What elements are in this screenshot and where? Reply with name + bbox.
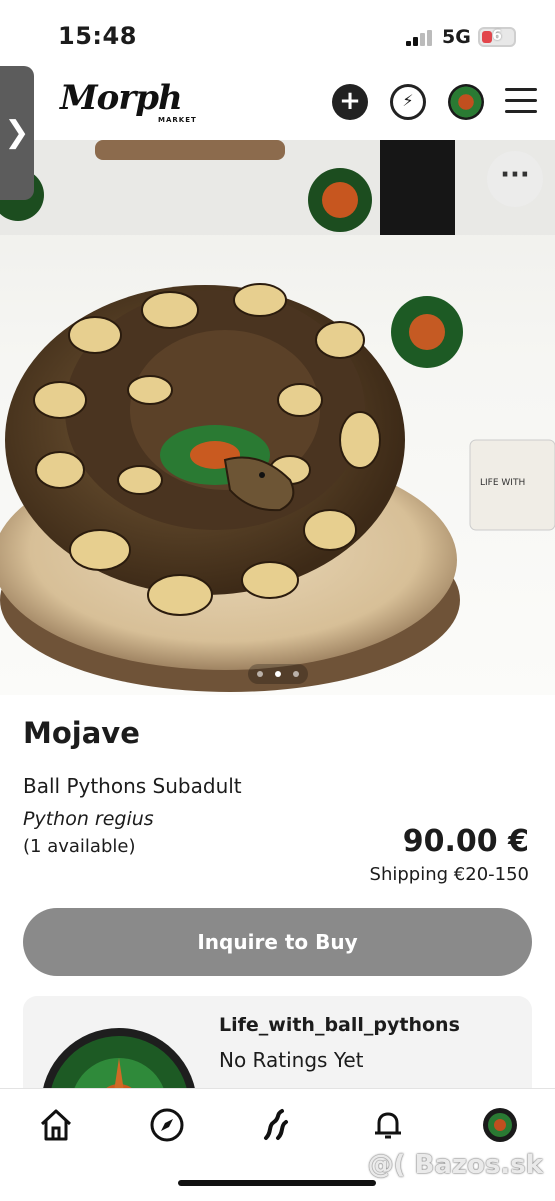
battery-icon: 6 <box>478 27 516 47</box>
snake-icon[interactable] <box>258 1106 296 1144</box>
side-drawer-tab[interactable]: ❯ <box>0 66 34 200</box>
gallery-dot-active[interactable] <box>275 671 281 677</box>
gallery-dot[interactable] <box>293 671 299 677</box>
listing-price: 90.00 € <box>402 824 529 859</box>
seller-name[interactable]: Life_with_ball_pythons <box>219 1014 460 1036</box>
logo-subtext: MARKET <box>158 116 197 124</box>
gallery-pagination[interactable] <box>248 664 308 684</box>
listing-photo[interactable]: LIFE WITH <box>0 140 555 695</box>
more-options-button[interactable]: ··· <box>487 151 543 207</box>
snake-photo-illustration: LIFE WITH <box>0 140 555 692</box>
chat-bolt-icon[interactable]: ⚡ <box>390 84 426 120</box>
profile-avatar-icon[interactable] <box>481 1106 519 1144</box>
listing-title: Mojave <box>23 716 140 750</box>
add-icon[interactable]: + <box>332 84 368 120</box>
inquire-to-buy-button[interactable]: Inquire to Buy <box>23 908 532 976</box>
home-indicator[interactable] <box>178 1180 376 1186</box>
watermark: @( Bazos.sk <box>367 1150 543 1180</box>
listing-category: Ball Pythons Subadult <box>23 774 242 798</box>
avatar-icon[interactable] <box>448 84 484 120</box>
svg-text:LIFE WITH: LIFE WITH <box>480 478 525 488</box>
signal-icon <box>406 30 432 46</box>
network-label: 5G <box>442 26 471 48</box>
logo-wordmark: Morph <box>60 78 183 118</box>
morph-market-logo[interactable]: Morph MARKET <box>60 78 197 126</box>
notifications-bell-icon[interactable] <box>369 1106 407 1144</box>
seller-rating: No Ratings Yet <box>219 1048 364 1072</box>
listing-species: Python regius <box>23 808 154 830</box>
battery-percent: 6 <box>492 28 502 44</box>
status-time: 15:48 <box>58 22 137 50</box>
listing-shipping: Shipping €20-150 <box>369 864 529 885</box>
explore-compass-icon[interactable] <box>148 1106 186 1144</box>
listing-availability: (1 available) <box>23 836 136 857</box>
hamburger-menu-icon[interactable] <box>505 88 537 121</box>
home-icon[interactable] <box>37 1106 75 1144</box>
gallery-dot[interactable] <box>257 671 263 677</box>
